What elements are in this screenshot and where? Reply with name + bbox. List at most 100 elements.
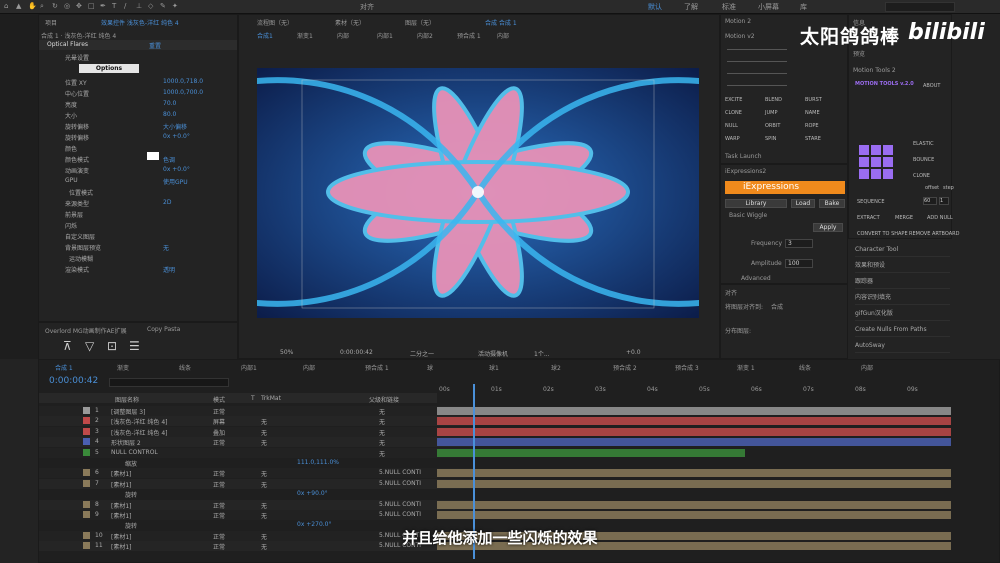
- tab-effects-controls[interactable]: 效果控件 浅灰色-洋红 纯色 4: [101, 18, 179, 27]
- motion2-tool-blend[interactable]: BLEND: [765, 97, 782, 103]
- timeline-layer-row[interactable]: 5 NULL CONTROL 无: [39, 447, 475, 458]
- effect-row[interactable]: 来源类型 2D: [65, 199, 245, 209]
- effect-row[interactable]: 中心位置 1000.0,700.0: [65, 89, 245, 99]
- mt-grid[interactable]: [859, 145, 893, 179]
- timeline-layer-row[interactable]: 2 [浅灰色-洋红 纯色 4] 屏幕 无 无: [39, 416, 475, 427]
- color-swatch[interactable]: [147, 152, 159, 160]
- effect-row[interactable]: 动画演变 0x +0.0°: [65, 166, 245, 176]
- comp-breadcrumb-item[interactable]: 内部: [337, 31, 349, 40]
- align-menu[interactable]: 对齐: [360, 2, 374, 12]
- layer-duration-bar[interactable]: [437, 469, 951, 478]
- effect-row[interactable]: 自定义图层: [65, 232, 245, 242]
- timeline-tab[interactable]: 预合成 2: [613, 363, 637, 372]
- timeline-tab[interactable]: 内部1: [241, 363, 257, 372]
- panel-list-item[interactable]: AutoSway: [855, 339, 950, 353]
- pan-tool-icon[interactable]: ✥: [76, 2, 82, 10]
- options-button[interactable]: Options: [79, 64, 139, 73]
- effect-row-value[interactable]: 无: [163, 243, 169, 252]
- motion2-tool-warp[interactable]: WARP: [725, 136, 740, 142]
- stamp-tool-icon[interactable]: ⊥: [136, 2, 142, 10]
- advanced-toggle[interactable]: Advanced: [741, 275, 771, 282]
- workspace-learn[interactable]: 了解: [684, 2, 698, 12]
- workspace-library[interactable]: 库: [800, 2, 807, 12]
- effect-row-value[interactable]: 2D: [163, 199, 171, 206]
- comp-breadcrumb-item[interactable]: 内部1: [377, 31, 393, 40]
- zoom-tool-icon[interactable]: ⌕: [40, 2, 44, 11]
- timeline-tab[interactable]: 球: [427, 363, 433, 372]
- effect-row[interactable]: 前景层: [65, 210, 245, 220]
- frequency-input[interactable]: 3: [785, 239, 813, 248]
- viewer-timecode[interactable]: 0:00:00:42: [340, 349, 373, 356]
- workspace-standard[interactable]: 标准: [722, 2, 736, 12]
- views-select[interactable]: 1个...: [534, 349, 550, 358]
- zoom-select[interactable]: 50%: [280, 349, 293, 356]
- timeline-layer-row[interactable]: 4 形状图层 2 正常 无 无: [39, 437, 475, 448]
- panel-list-item[interactable]: 跟踪器: [855, 275, 950, 289]
- layer-color-swatch[interactable]: [83, 511, 90, 518]
- timeline-tab[interactable]: 渐变 1: [737, 363, 755, 372]
- layer-color-swatch[interactable]: [83, 407, 90, 414]
- tab-footage[interactable]: 素材（无）: [335, 18, 365, 27]
- effect-row[interactable]: 亮度 70.0: [65, 100, 245, 110]
- effect-row[interactable]: 旋转偏移 0x +0.0°: [65, 133, 245, 143]
- tab-copy-pasta[interactable]: Copy Pasta: [147, 326, 180, 333]
- motion2-tool-jump[interactable]: JUMP: [765, 110, 777, 116]
- timeline-layer-row[interactable]: 3 [浅灰色-洋红 纯色 4] 叠加 无 无: [39, 426, 475, 437]
- bounce-button[interactable]: BOUNCE: [913, 157, 934, 163]
- layer-duration-bar[interactable]: [437, 448, 745, 457]
- effect-row-value[interactable]: 透明: [163, 265, 175, 274]
- panel-list-item[interactable]: 内容识别填充: [855, 291, 950, 305]
- roto-tool-icon[interactable]: ✎: [160, 2, 166, 10]
- timeline-tab[interactable]: 球2: [551, 363, 561, 372]
- about-button[interactable]: ABOUT: [923, 83, 940, 89]
- puppet-tool-icon[interactable]: ✦: [172, 2, 178, 10]
- load-button[interactable]: Load: [791, 199, 815, 208]
- panel-list-item[interactable]: 效果和预设: [855, 259, 950, 273]
- layer-color-swatch[interactable]: [83, 427, 90, 435]
- overlord-shapes-icon[interactable]: ⊡: [107, 339, 117, 353]
- motion2-tool-orbit[interactable]: ORBIT: [765, 123, 780, 129]
- selection-tool-icon[interactable]: ▲: [16, 2, 21, 10]
- timeline-tab[interactable]: 线条: [799, 363, 811, 372]
- home-icon[interactable]: ⌂: [4, 2, 8, 10]
- help-search-input[interactable]: [885, 2, 955, 12]
- effect-row-value[interactable]: 0x +0.0°: [163, 133, 190, 140]
- merge-button[interactable]: MERGE: [895, 215, 913, 221]
- apply-button[interactable]: Apply: [813, 223, 843, 232]
- layer-name[interactable]: [素材1]: [111, 501, 132, 510]
- effect-row[interactable]: 位置模式: [69, 188, 249, 198]
- layer-color-swatch[interactable]: [83, 417, 90, 425]
- motion2-slider[interactable]: [727, 61, 787, 62]
- layer-color-swatch[interactable]: [83, 438, 90, 446]
- eraser-tool-icon[interactable]: ◇: [148, 2, 153, 10]
- motion2-slider[interactable]: [727, 49, 787, 50]
- remove-artboard-button[interactable]: REMOVE ARTBOARD: [909, 231, 959, 237]
- add-null-button[interactable]: ADD NULL: [927, 215, 953, 221]
- comp-breadcrumb-item[interactable]: 内部2: [417, 31, 433, 40]
- panel-list-item[interactable]: gifGun汉化版: [855, 307, 950, 321]
- effect-row-value[interactable]: 1000.0,718.0: [163, 78, 203, 85]
- rotate-tool-icon[interactable]: ↻: [52, 2, 58, 10]
- motion2-tool-burst[interactable]: BURST: [805, 97, 822, 103]
- effect-row[interactable]: 旋转偏移 大小偏移: [65, 122, 245, 132]
- layer-duration-bar[interactable]: [437, 500, 951, 509]
- timeline-tab[interactable]: 内部: [861, 363, 873, 372]
- brush-tool-icon[interactable]: /: [124, 2, 126, 10]
- panel-list-item[interactable]: Character Tool: [855, 243, 950, 257]
- timeline-tab[interactable]: 球1: [489, 363, 499, 372]
- pen-tool-icon[interactable]: ✒: [100, 2, 106, 10]
- timeline-layer-row[interactable]: 9 [素材1] 正常 无 5.NULL CONTI: [39, 510, 475, 520]
- motion2-tool-rope[interactable]: ROPE: [805, 123, 819, 129]
- layer-name[interactable]: [浅灰色-洋红 纯色 4]: [111, 417, 167, 426]
- layer-color-swatch[interactable]: [83, 500, 90, 508]
- motion2-tool-excite[interactable]: EXCITE: [725, 97, 742, 103]
- tab-composition[interactable]: 合成 合成 1: [485, 18, 517, 27]
- effect-row[interactable]: 位置 XY 1000.0,718.0: [65, 78, 245, 88]
- layer-color-swatch[interactable]: [83, 448, 90, 456]
- camera-tool-icon[interactable]: ◎: [64, 2, 70, 10]
- effect-row[interactable]: 背景图层预览 无: [65, 243, 245, 253]
- timeline-layer-row[interactable]: 缩放 111.0,111.0%: [39, 458, 475, 468]
- timeline-tab[interactable]: 内部: [303, 363, 315, 372]
- timeline-tab[interactable]: 渐变: [117, 363, 129, 372]
- amplitude-input[interactable]: 100: [785, 259, 813, 268]
